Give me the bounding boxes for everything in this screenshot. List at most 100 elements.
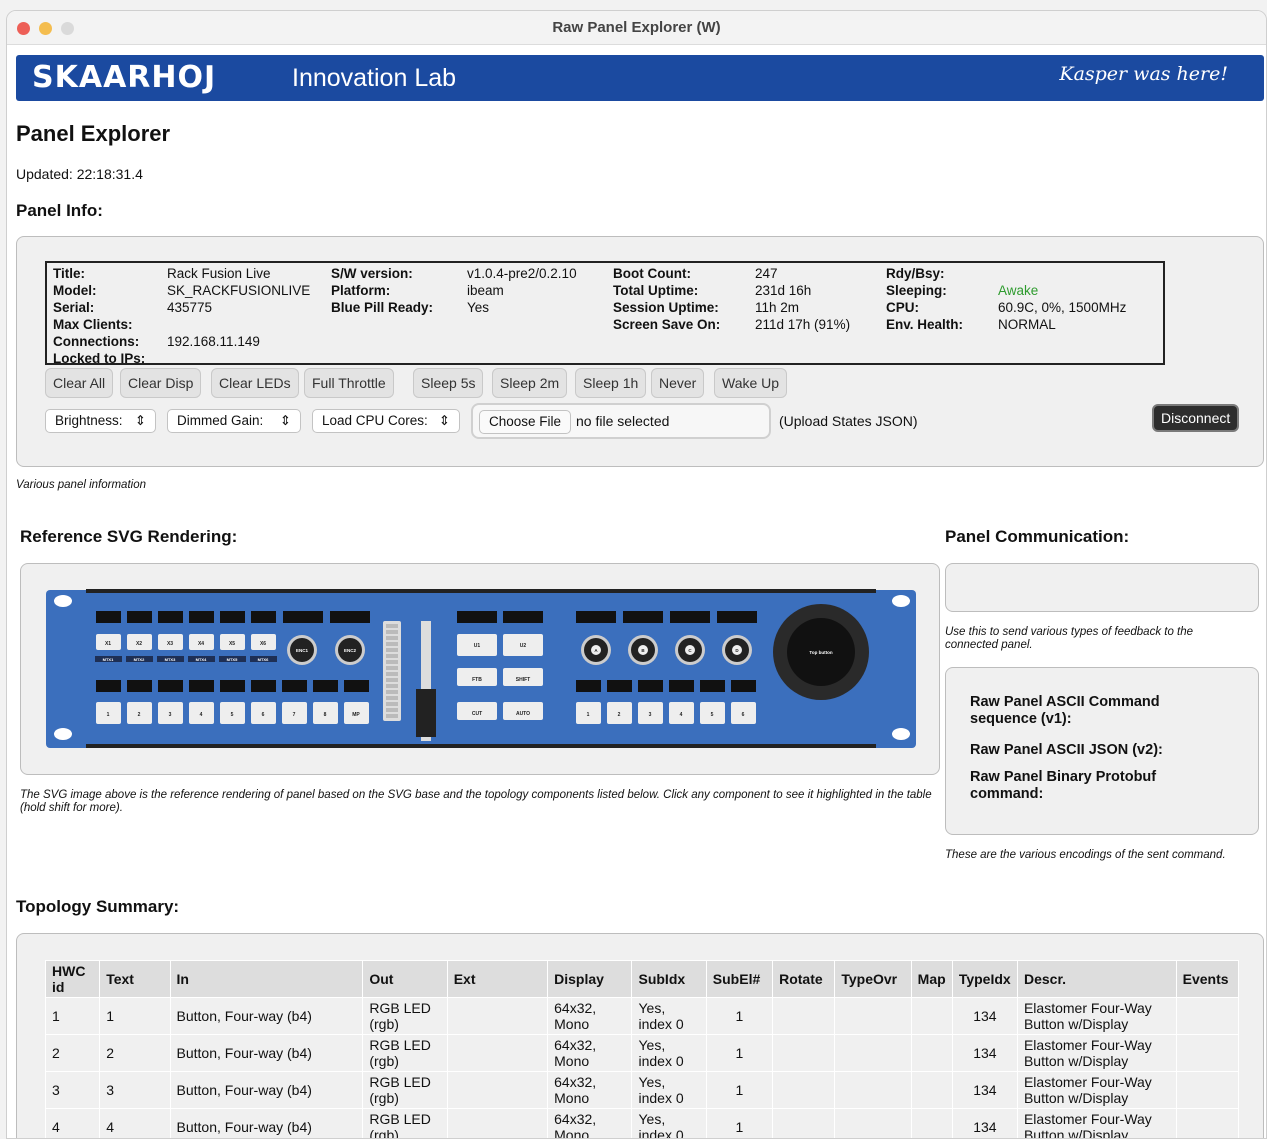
control-button-label[interactable]: CUT [472,711,482,717]
table-header[interactable]: SubIdx [631,960,707,998]
table-header[interactable]: TypeIdx [951,960,1018,998]
x-button-label[interactable]: X1 [105,641,111,647]
table-header[interactable]: Descr. [1016,960,1177,998]
encoder-label[interactable]: ENC1 [296,648,309,653]
table-cell: Yes, index 0 [631,997,707,1035]
panel-action-button-never[interactable]: Never [651,368,705,398]
table-cell [446,1108,549,1138]
table-header[interactable]: SubEl# [705,960,774,998]
control-button-label[interactable]: SHIFT [516,677,530,683]
panel-action-button-wake-up[interactable]: Wake Up [714,368,788,398]
mtx-label: MTX6 [258,657,269,662]
table-cell [910,1108,953,1138]
number-button-label[interactable]: MP [352,712,360,718]
svg-rendering-box: X1 X2 X3 X4 X5 X6 MTX1 MTX2 MTX3 MTX4 MTX5 MTX6 ENC1… [20,563,940,775]
right-button-label[interactable]: 1 [587,712,590,718]
info-label: Screen Save On: [613,317,721,332]
panel-info-box: Title: Rack Fusion Live Model: SK_RACKFUSIO… [16,236,1264,467]
right-button-label[interactable]: 4 [680,712,683,718]
right-button-label[interactable]: 2 [618,712,621,718]
feedback-input-box[interactable] [945,563,1259,612]
control-button-label[interactable]: AUTO [516,711,530,717]
panel-action-button-sleep-2m[interactable]: Sleep 2m [492,368,568,398]
brightness-select[interactable]: Brightness: ⇕ [45,409,156,433]
led-segment [386,642,398,646]
led-segment [386,690,398,694]
number-button-label[interactable]: 3 [169,712,172,718]
number-button-label[interactable]: 7 [293,712,296,718]
table-cell: 4 [99,1108,171,1138]
table-header[interactable]: Text [99,960,171,998]
panel-svg-rendering[interactable]: X1 X2 X3 X4 X5 X6 MTX1 MTX2 MTX3 MTX4 MTX5 MTX6 ENC1… [21,564,941,776]
panel-action-button-sleep-1h[interactable]: Sleep 1h [575,368,647,398]
display-strip [576,680,601,692]
encoder-label[interactable]: ENC2 [344,648,357,653]
fader-handle[interactable] [416,689,436,737]
display-strip [189,611,214,623]
signature-image: Kasper was here! [1059,63,1228,85]
number-button-label[interactable]: 5 [231,712,234,718]
control-button-label[interactable]: U2 [520,643,527,649]
table-row[interactable]: 1 1 Button, Four-way (b4) RGB LED (rgb) 64x3… [44,997,1240,1035]
info-label: Max Clients: [53,317,133,332]
led-segment [386,672,398,676]
disconnect-button[interactable]: Disconnect [1152,404,1240,432]
table-header[interactable]: Map [910,960,953,998]
control-button-label[interactable]: U1 [474,643,481,649]
table-cell [772,1034,836,1072]
led-segment [386,696,398,700]
x-button-label[interactable]: X3 [167,641,173,647]
table-header[interactable]: In [169,960,364,998]
x-button-label[interactable]: X2 [136,641,142,647]
number-button-label[interactable]: 2 [138,712,141,718]
table-cell [1175,997,1240,1035]
table-cell [834,1071,912,1109]
right-button-label[interactable]: 5 [711,712,714,718]
x-button-label[interactable]: X5 [229,641,235,647]
panel-info-heading: Panel Info: [16,201,103,220]
table-cell [1175,1034,1240,1072]
info-label: Rdy/Bsy: [886,266,945,281]
panel-communication-heading: Panel Communication: [945,527,1130,546]
table-cell: 1 [705,1034,774,1072]
title-bar: Raw Panel Explorer (W) [7,11,1266,45]
dimmed-gain-select[interactable]: Dimmed Gain: ⇕ [167,409,301,433]
right-button-label[interactable]: 3 [649,712,652,718]
panel-action-button-sleep-5s[interactable]: Sleep 5s [413,368,484,398]
table-header[interactable]: Events [1175,960,1240,998]
number-button-label[interactable]: 1 [107,712,110,718]
panel-action-button-clear-all[interactable]: Clear All [45,368,114,398]
table-cell [772,1108,836,1138]
right-button-label[interactable]: 6 [742,712,745,718]
display-strip [576,611,616,623]
table-row[interactable]: 2 2 Button, Four-way (b4) RGB LED (rgb) 64x3… [44,1034,1240,1072]
display-strip [283,611,323,623]
load-cpu-cores-select[interactable]: Load CPU Cores: ⇕ [312,409,460,433]
number-button-label[interactable]: 8 [324,712,327,718]
table-row[interactable]: 3 3 Button, Four-way (b4) RGB LED (rgb) 64x3… [44,1071,1240,1109]
table-header[interactable]: HWC id [44,960,101,998]
choose-file-button[interactable]: Choose File [479,410,572,434]
panel-action-button-clear-disp[interactable]: Clear Disp [120,368,202,398]
table-row[interactable]: 4 4 Button, Four-way (b4) RGB LED (rgb) 64x3… [44,1108,1240,1138]
panel-action-button-clear-leds[interactable]: Clear LEDs [211,368,299,398]
joystick-top-button-label[interactable]: Top button [809,650,832,655]
table-header[interactable]: Out [362,960,448,998]
svg-rendering-note: The SVG image above is the reference ren… [20,789,932,814]
number-button-label[interactable]: 6 [262,712,265,718]
led-segment [386,660,398,664]
table-header[interactable]: Ext [446,960,549,998]
table-header[interactable]: Rotate [772,960,836,998]
table-cell: 64x32, Mono [547,1108,633,1138]
x-button-label[interactable]: X6 [260,641,266,647]
table-cell: 134 [951,1108,1018,1138]
table-cell: Yes, index 0 [631,1071,707,1109]
table-cell [772,1071,836,1109]
info-label: S/W version: [331,266,413,281]
table-header[interactable]: TypeOvr [834,960,912,998]
x-button-label[interactable]: X4 [198,641,204,647]
table-header[interactable]: Display [547,960,633,998]
number-button-label[interactable]: 4 [200,712,203,718]
control-button-label[interactable]: FTB [472,677,482,683]
panel-action-button-full-throttle[interactable]: Full Throttle [304,368,394,398]
